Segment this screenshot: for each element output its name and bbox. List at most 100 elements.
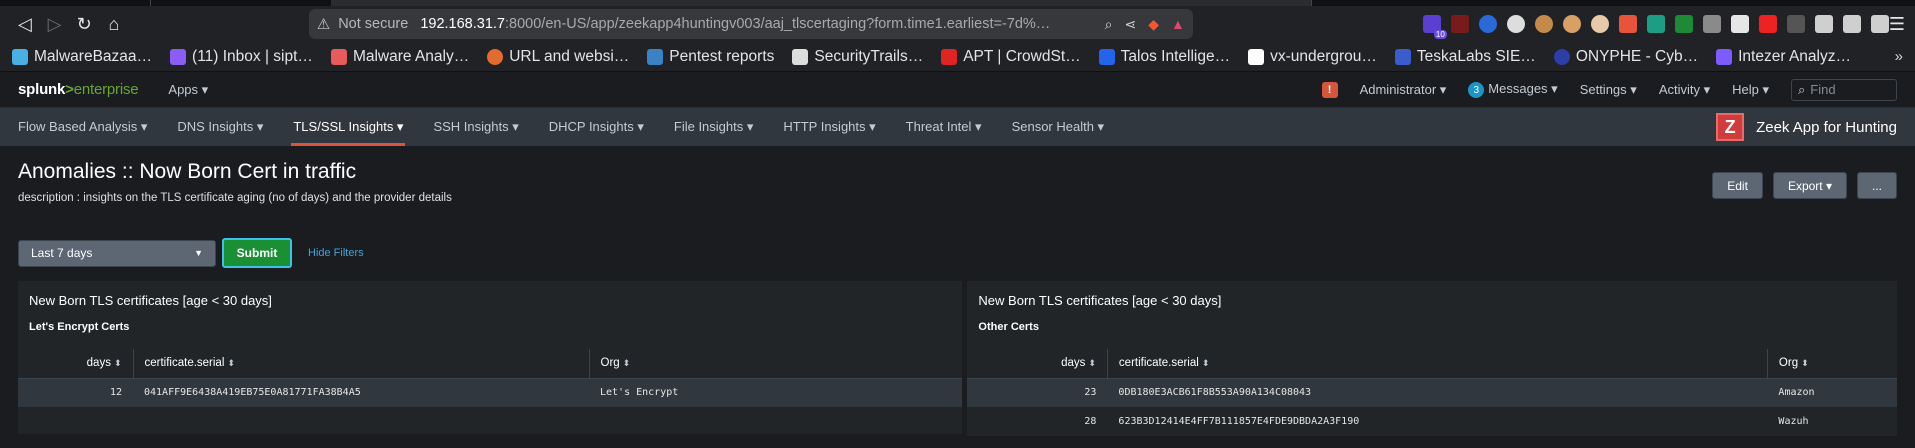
bookmark-item[interactable]: (11) Inbox | sipt…: [170, 48, 313, 66]
dashboard-description: description : insights on the TLS certif…: [18, 192, 452, 204]
cell-serial: 0DB180E3ACB61F8B553A90A134C08043: [1107, 378, 1768, 407]
extension-cookie-icon[interactable]: [1534, 15, 1553, 33]
sort-icon: ⬍: [1201, 358, 1210, 369]
malware-analysis-icon: [330, 48, 347, 65]
nav-ssh-insights[interactable]: SSH Insights ▾: [433, 108, 518, 146]
vx-underground-icon: [1248, 48, 1265, 65]
browser-toolbar: ◁ ▷ ↻ ⌂ ⚠ Not secure 192.168.31.7 :8000/…: [0, 6, 1915, 42]
sort-icon: ⬍: [622, 358, 631, 369]
alert-icon[interactable]: !: [1321, 81, 1338, 98]
extension-refresh-icon[interactable]: [1478, 15, 1497, 33]
nav-file-insights[interactable]: File Insights ▾: [674, 108, 754, 146]
column-header-days[interactable]: days ⬍: [18, 349, 133, 379]
table-row[interactable]: 28 623B3D12414E4FF7B111857E4FDE9DBDA2A3F…: [967, 407, 1897, 436]
extension-location-icon[interactable]: [1758, 15, 1777, 33]
results-table: days ⬍ certificate.serial ⬍ Org ⬍ 12 041AFF…: [18, 349, 963, 407]
more-actions-button[interactable]: ...: [1856, 172, 1897, 199]
column-header-serial[interactable]: certificate.serial ⬍: [132, 349, 589, 379]
panels-row: New Born TLS certificates [age < 30 days…: [18, 281, 1897, 436]
panel-title: New Born TLS certificates [age < 30 days…: [29, 293, 272, 308]
app-title-label: Zeek App for Hunting: [1756, 118, 1897, 136]
extension-s-icon[interactable]: [1646, 15, 1665, 33]
messages-count-badge: 3: [1468, 82, 1485, 99]
bookmark-item[interactable]: MalwareBazaa…: [12, 48, 152, 66]
time-range-picker[interactable]: Last 7 days ▼: [18, 239, 216, 267]
browser-menu-icon[interactable]: ☰: [1889, 14, 1905, 35]
dashboard: Anomalies :: Now Born Cert in traffic de…: [0, 160, 1915, 436]
extension-cookie2-icon[interactable]: [1562, 15, 1581, 33]
hide-filters-link[interactable]: Hide Filters: [308, 247, 364, 259]
intezer-icon: [1716, 48, 1733, 65]
table-row[interactable]: 23 0DB180E3ACB61F8B553A90A134C08043 Amaz…: [967, 378, 1897, 407]
column-header-serial[interactable]: certificate.serial ⬍: [1106, 349, 1768, 379]
table-row[interactable]: 12 041AFF9E6438A419EB75E0A81771FA38B4A5 …: [18, 378, 963, 407]
extension-shield-icon[interactable]: [1730, 15, 1749, 33]
help-menu[interactable]: Help ▾: [1732, 82, 1769, 98]
nav-sensor-health[interactable]: Sensor Health ▾: [1012, 108, 1105, 146]
extension-wappalyzer-icon[interactable]: [1506, 15, 1525, 33]
find-input[interactable]: ⌕ Find: [1791, 78, 1897, 101]
sort-icon: ⬍: [1801, 358, 1809, 369]
wallet-icon[interactable]: [1870, 15, 1889, 33]
bookmark-item[interactable]: SecurityTrails…: [792, 48, 923, 66]
bookmark-item[interactable]: Malware Analy…: [330, 48, 469, 66]
forward-icon[interactable]: ▷: [40, 10, 70, 38]
bookmarks-overflow-icon[interactable]: »: [1895, 48, 1903, 65]
bookmark-item[interactable]: APT | CrowdSt…: [941, 48, 1081, 66]
bookmark-item[interactable]: vx-undergrou…: [1248, 48, 1377, 66]
extension-grid-icon[interactable]: [1786, 15, 1805, 33]
edit-button[interactable]: Edit: [1712, 172, 1763, 199]
column-header-days[interactable]: days ⬍: [967, 349, 1108, 379]
nav-dns-insights[interactable]: DNS Insights ▾: [177, 108, 263, 146]
cell-days: 12: [18, 378, 133, 407]
bookmark-item[interactable]: URL and websi…: [487, 48, 629, 66]
app-title[interactable]: Z Zeek App for Hunting: [1716, 113, 1897, 141]
messages-menu[interactable]: 3 Messages ▾: [1468, 81, 1558, 99]
export-button[interactable]: Export ▾: [1772, 172, 1847, 199]
nav-tls-ssl-insights[interactable]: TLS/SSL Insights ▾: [291, 108, 406, 146]
activity-menu[interactable]: Activity ▾: [1659, 82, 1710, 98]
media-icon[interactable]: [1842, 15, 1861, 33]
extension-w-icon[interactable]: [1702, 15, 1721, 33]
reload-icon[interactable]: ↻: [69, 10, 99, 38]
nav-dhcp-insights[interactable]: DHCP Insights ▾: [549, 108, 644, 146]
sort-icon: ⬍: [1088, 358, 1096, 369]
brave-shield-icon[interactable]: ◆: [1148, 16, 1159, 33]
bookmark-item[interactable]: Intezer Analyz…: [1716, 48, 1851, 66]
home-icon[interactable]: ⌂: [99, 10, 129, 38]
apps-menu[interactable]: Apps ▾: [168, 82, 208, 98]
app-nav: Flow Based Analysis ▾ DNS Insights ▾ TLS…: [0, 108, 1915, 146]
bookmark-item[interactable]: TeskaLabs SIE…: [1394, 48, 1536, 66]
user-menu[interactable]: Administrator ▾: [1360, 82, 1447, 98]
nav-threat-intel[interactable]: Threat Intel ▾: [906, 108, 982, 146]
extensions-puzzle-icon[interactable]: [1814, 15, 1833, 33]
bookmark-item[interactable]: Pentest reports: [647, 48, 774, 66]
extension-ublock-icon[interactable]: [1450, 15, 1469, 33]
malwarebazaar-icon: [12, 48, 28, 65]
column-header-org[interactable]: Org ⬍: [588, 349, 963, 379]
share-icon[interactable]: ⋖: [1124, 16, 1136, 33]
bookmark-item[interactable]: ONYPHE - Cyb…: [1553, 48, 1698, 66]
sort-icon: ⬍: [227, 358, 235, 369]
nav-flow-based-analysis[interactable]: Flow Based Analysis ▾: [18, 108, 147, 146]
column-header-org[interactable]: Org ⬍: [1766, 349, 1897, 379]
onyphe-icon: [1553, 48, 1570, 65]
extension-face-icon[interactable]: [1590, 15, 1609, 33]
filter-bar: Last 7 days ▼ Submit Hide Filters: [18, 238, 1897, 268]
splunk-logo[interactable]: splunk>enterprise: [18, 81, 139, 98]
panel-subtitle: Let's Encrypt Certs: [29, 321, 130, 333]
submit-button[interactable]: Submit: [222, 238, 292, 268]
url-bar[interactable]: ⚠ Not secure 192.168.31.7 :8000/en-US/ap…: [308, 9, 1193, 39]
talos-icon: [1098, 48, 1115, 65]
settings-menu[interactable]: Settings ▾: [1580, 82, 1637, 98]
bookmark-item[interactable]: Talos Intellige…: [1098, 48, 1230, 66]
brave-rewards-icon[interactable]: ▲: [1171, 16, 1185, 32]
url-host: 192.168.31.7: [420, 16, 505, 32]
extension-bw-icon[interactable]: [1674, 15, 1693, 33]
extension-proton-icon[interactable]: 10: [1422, 15, 1447, 39]
back-icon[interactable]: ◁: [10, 10, 40, 38]
search-icon: ⌕: [1798, 81, 1806, 97]
nav-http-insights[interactable]: HTTP Insights ▾: [783, 108, 875, 146]
extension-percent-icon[interactable]: [1618, 15, 1637, 33]
zoom-icon[interactable]: ⌕: [1105, 16, 1113, 33]
